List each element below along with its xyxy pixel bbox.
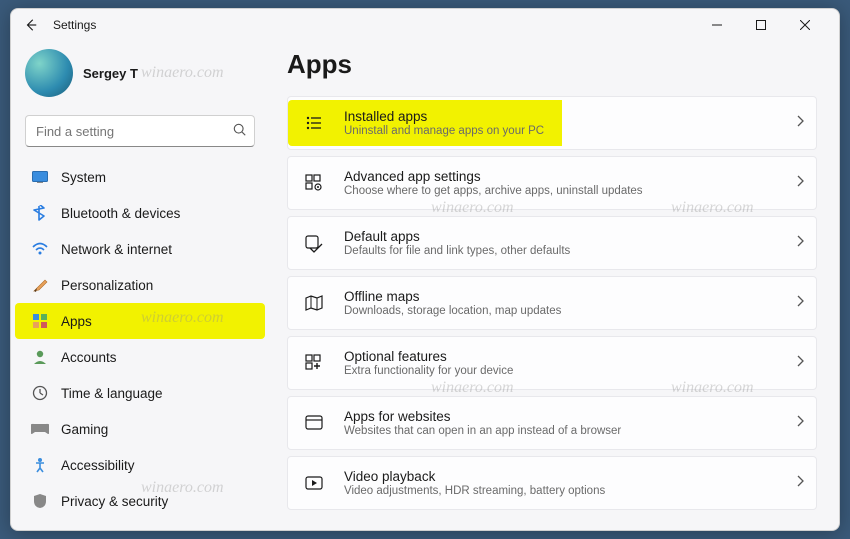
sidebar-item-label: Apps xyxy=(61,314,92,329)
accessibility-icon xyxy=(31,456,49,474)
card-offline-maps[interactable]: Offline maps Downloads, storage location… xyxy=(287,276,817,330)
card-title: Default apps xyxy=(344,229,796,244)
maximize-button[interactable] xyxy=(739,11,783,39)
close-icon xyxy=(800,20,810,30)
card-subtitle: Extra functionality for your device xyxy=(344,365,796,377)
search-box xyxy=(25,115,255,147)
window-title: Settings xyxy=(53,18,96,32)
avatar xyxy=(25,49,73,97)
sidebar-item-label: Network & internet xyxy=(61,242,172,257)
chevron-right-icon xyxy=(796,474,804,492)
back-button[interactable] xyxy=(23,17,39,33)
sidebar-item-label: Accessibility xyxy=(61,458,135,473)
window-controls xyxy=(695,11,827,39)
maximize-icon xyxy=(756,20,766,30)
sidebar-item-system[interactable]: System xyxy=(15,159,265,195)
card-installed-apps[interactable]: Installed apps Uninstall and manage apps… xyxy=(287,96,817,150)
minimize-button[interactable] xyxy=(695,11,739,39)
card-title: Offline maps xyxy=(344,289,796,304)
video-icon xyxy=(300,475,328,491)
chevron-right-icon xyxy=(796,234,804,252)
sidebar-item-privacy[interactable]: Privacy & security xyxy=(15,483,265,519)
system-icon xyxy=(31,168,49,186)
sidebar-item-label: System xyxy=(61,170,106,185)
search-icon xyxy=(233,123,247,142)
card-optional-features[interactable]: Optional features Extra functionality fo… xyxy=(287,336,817,390)
sidebar-item-time[interactable]: Time & language xyxy=(15,375,265,411)
card-default-apps[interactable]: Default apps Defaults for file and link … xyxy=(287,216,817,270)
nav-list: System Bluetooth & devices Network & int… xyxy=(11,159,269,530)
arrow-left-icon xyxy=(24,18,38,32)
search-input[interactable] xyxy=(25,115,255,147)
card-subtitle: Video adjustments, HDR streaming, batter… xyxy=(344,485,796,497)
sidebar-item-label: Time & language xyxy=(61,386,163,401)
profile[interactable]: Sergey T xyxy=(11,45,269,109)
settings-window: Settings Sergey T System Bluetooth & dev… xyxy=(10,8,840,531)
chevron-right-icon xyxy=(796,354,804,372)
chevron-right-icon xyxy=(796,414,804,432)
card-subtitle: Uninstall and manage apps on your PC xyxy=(344,125,562,137)
sidebar-item-gaming[interactable]: Gaming xyxy=(15,411,265,447)
sidebar-item-bluetooth[interactable]: Bluetooth & devices xyxy=(15,195,265,231)
card-apps-for-websites[interactable]: Apps for websites Websites that can open… xyxy=(287,396,817,450)
close-button[interactable] xyxy=(783,11,827,39)
card-subtitle: Defaults for file and link types, other … xyxy=(344,245,796,257)
person-icon xyxy=(31,348,49,366)
card-title: Optional features xyxy=(344,349,796,364)
sidebar-item-label: Personalization xyxy=(61,278,153,293)
card-title: Installed apps xyxy=(344,109,562,124)
bluetooth-icon xyxy=(31,204,49,222)
sidebar: Sergey T System Bluetooth & devices Netw… xyxy=(11,41,269,530)
sidebar-item-label: Accounts xyxy=(61,350,117,365)
card-title: Video playback xyxy=(344,469,796,484)
titlebar: Settings xyxy=(11,9,839,41)
list-icon xyxy=(300,114,328,132)
paintbrush-icon xyxy=(31,276,49,294)
sidebar-item-accounts[interactable]: Accounts xyxy=(15,339,265,375)
window-body: Sergey T System Bluetooth & devices Netw… xyxy=(11,41,839,530)
apps-icon xyxy=(31,312,49,330)
card-title: Advanced app settings xyxy=(344,169,796,184)
sidebar-item-network[interactable]: Network & internet xyxy=(15,231,265,267)
minimize-icon xyxy=(712,20,722,30)
card-advanced-app-settings[interactable]: Advanced app settings Choose where to ge… xyxy=(287,156,817,210)
shield-icon xyxy=(31,492,49,510)
sidebar-item-apps[interactable]: Apps xyxy=(15,303,265,339)
sidebar-item-label: Bluetooth & devices xyxy=(61,206,180,221)
main-content: Apps Installed apps Uninstall and manage… xyxy=(269,41,839,530)
card-subtitle: Websites that can open in an app instead… xyxy=(344,425,796,437)
gamepad-icon xyxy=(31,420,49,438)
sidebar-item-personalization[interactable]: Personalization xyxy=(15,267,265,303)
map-icon xyxy=(300,294,328,312)
sidebar-item-label: Gaming xyxy=(61,422,108,437)
default-apps-icon xyxy=(300,233,328,253)
card-subtitle: Choose where to get apps, archive apps, … xyxy=(344,185,796,197)
chevron-right-icon xyxy=(796,114,804,132)
sidebar-item-label: Privacy & security xyxy=(61,494,168,509)
sidebar-item-accessibility[interactable]: Accessibility xyxy=(15,447,265,483)
profile-name: Sergey T xyxy=(83,66,138,81)
clock-globe-icon xyxy=(31,384,49,402)
card-title: Apps for websites xyxy=(344,409,796,424)
plus-grid-icon xyxy=(300,353,328,373)
wifi-icon xyxy=(31,240,49,258)
chevron-right-icon xyxy=(796,174,804,192)
chevron-right-icon xyxy=(796,294,804,312)
app-window-icon xyxy=(300,414,328,432)
card-subtitle: Downloads, storage location, map updates xyxy=(344,305,796,317)
page-title: Apps xyxy=(287,41,817,96)
card-video-playback[interactable]: Video playback Video adjustments, HDR st… xyxy=(287,456,817,510)
apps-gear-icon xyxy=(300,173,328,193)
